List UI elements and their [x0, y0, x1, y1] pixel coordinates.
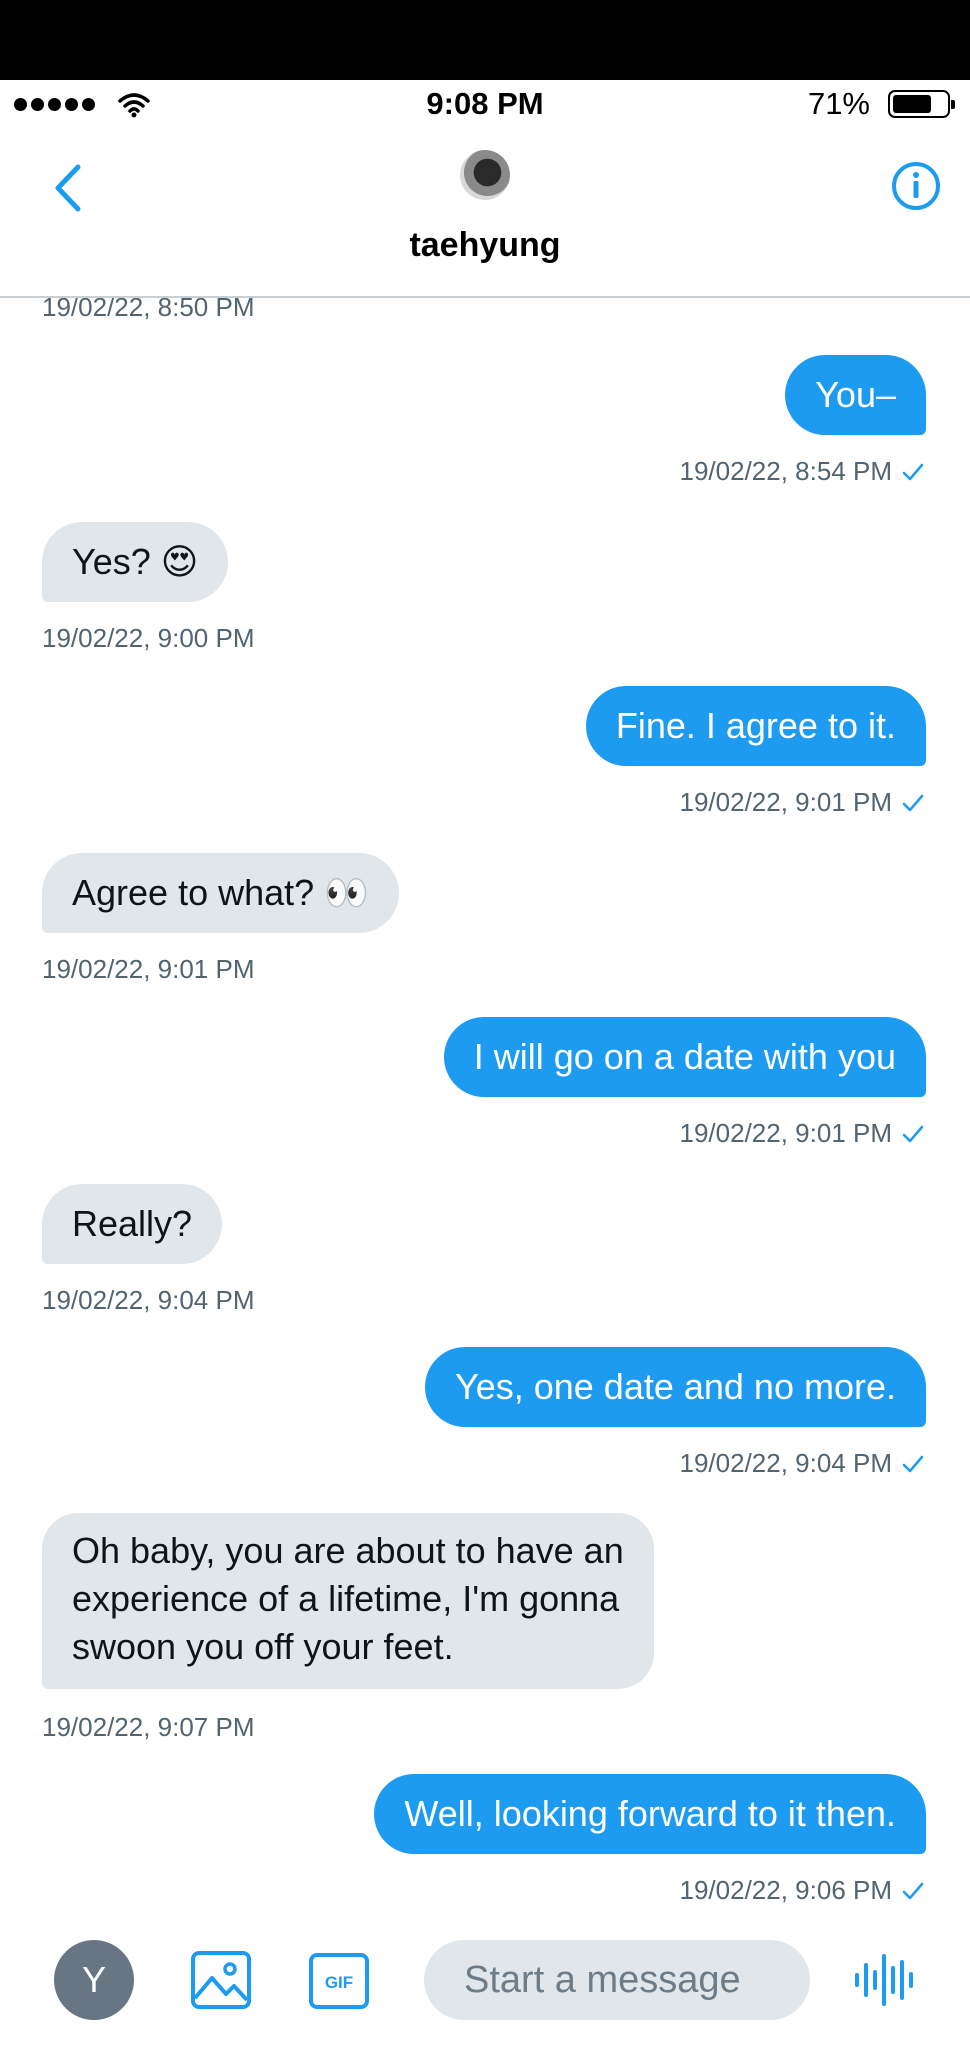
outgoing-message-bubble[interactable]: I will go on a date with you: [443, 1017, 926, 1097]
battery-percent: 71%: [807, 86, 870, 121]
message-timestamp: 19/02/22, 9:04 PM: [42, 1285, 255, 1315]
message-timestamp: 19/02/22, 8:54 PM: [680, 456, 924, 487]
status-bar: 9:08 PM 71%: [0, 80, 970, 128]
outgoing-message-bubble[interactable]: You–: [785, 355, 926, 435]
back-button[interactable]: [44, 158, 92, 218]
back-chevron-icon: [55, 164, 81, 212]
message-timestamp: 19/02/22, 9:01 PM: [42, 954, 255, 984]
gif-button[interactable]: GIF: [308, 1952, 370, 2010]
contact-name[interactable]: taehyung: [0, 226, 970, 265]
read-check-icon: [902, 1455, 924, 1472]
user-avatar[interactable]: Y: [54, 1940, 134, 2020]
message-timestamp: 19/02/22, 9:04 PM: [680, 1448, 924, 1479]
message-timestamp: 19/02/22, 9:01 PM: [680, 1118, 924, 1149]
incoming-message-bubble[interactable]: Agree to what? 👀: [42, 853, 399, 933]
message-timestamp: 19/02/22, 8:50 PM: [42, 298, 255, 322]
gif-label: GIF: [325, 1973, 353, 1992]
message-composer: Y GIF: [0, 1930, 970, 2048]
info-icon[interactable]: [890, 160, 942, 212]
image-icon[interactable]: [190, 1950, 252, 2010]
read-check-icon: [902, 794, 924, 811]
message-timestamp: 19/02/22, 9:07 PM: [42, 1712, 255, 1742]
outgoing-message-bubble[interactable]: Fine. I agree to it.: [585, 686, 926, 766]
voice-waveform-icon[interactable]: [852, 1950, 918, 2010]
outgoing-message-bubble[interactable]: Well, looking forward to it then.: [374, 1774, 926, 1854]
battery-icon: [888, 90, 955, 118]
message-timestamp: 19/02/22, 9:06 PM: [680, 1875, 924, 1906]
message-timestamp: 19/02/22, 9:00 PM: [42, 623, 255, 653]
gif-icon: GIF: [309, 1953, 369, 2009]
read-check-icon: [902, 1125, 924, 1142]
message-list[interactable]: 19/02/22, 8:50 PM You– 19/02/22, 8:54 PM…: [0, 298, 970, 1930]
outgoing-message-bubble[interactable]: Yes, one date and no more.: [425, 1347, 926, 1427]
incoming-message-bubble[interactable]: Really?: [42, 1184, 223, 1264]
message-input[interactable]: [424, 1940, 810, 2020]
read-check-icon: [902, 463, 924, 480]
top-black-bar: [0, 0, 970, 80]
incoming-message-bubble[interactable]: Yes? 😍: [42, 522, 229, 602]
incoming-message-bubble[interactable]: Oh baby, you are about to have an experi…: [42, 1513, 654, 1689]
contact-avatar[interactable]: [460, 150, 510, 200]
message-timestamp: 19/02/22, 9:01 PM: [680, 787, 924, 818]
conversation-header: taehyung: [0, 128, 970, 298]
read-check-icon: [902, 1882, 924, 1899]
